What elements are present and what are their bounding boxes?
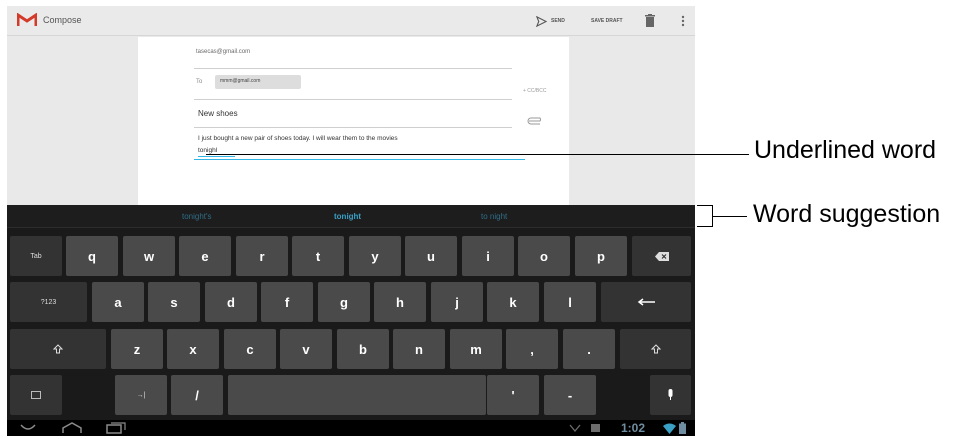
key-g[interactable]: g xyxy=(318,282,370,322)
key-t[interactable]: t xyxy=(292,236,344,276)
divider xyxy=(194,127,512,128)
battery-icon xyxy=(679,422,686,434)
key-v[interactable]: v xyxy=(280,329,332,369)
key-q[interactable]: q xyxy=(66,236,118,276)
key-l[interactable]: l xyxy=(544,282,596,322)
key-f[interactable]: f xyxy=(261,282,313,322)
space-key[interactable] xyxy=(228,375,486,415)
backspace-key[interactable] xyxy=(632,236,691,276)
microphone-icon xyxy=(668,389,673,400)
trash-icon[interactable] xyxy=(645,14,655,27)
key-slash[interactable]: / xyxy=(171,375,223,415)
enter-icon xyxy=(637,298,655,306)
key-n[interactable]: n xyxy=(393,329,445,369)
shift-key-right[interactable] xyxy=(620,329,691,369)
key-h[interactable]: h xyxy=(374,282,426,322)
cc-bcc-button[interactable]: + CC/BCC xyxy=(523,88,546,94)
divider xyxy=(194,99,512,100)
key-z[interactable]: z xyxy=(111,329,163,369)
mic-key[interactable] xyxy=(650,375,691,415)
suggestion-right[interactable]: to night xyxy=(481,212,507,221)
key-r[interactable]: r xyxy=(236,236,288,276)
key-a[interactable]: a xyxy=(92,282,144,322)
compose-form: tasecas@gmail.com To mmm@gmail.com + CC/… xyxy=(138,37,569,205)
key-s[interactable]: s xyxy=(148,282,200,322)
suggestion-left[interactable]: tonight's xyxy=(182,212,212,221)
body-focus-line xyxy=(194,159,525,160)
key-j[interactable]: j xyxy=(431,282,483,322)
save-draft-button[interactable]: SAVE DRAFT xyxy=(591,18,623,24)
body-text-line[interactable]: tonighl xyxy=(198,147,217,154)
body-text-line[interactable]: I just bought a new pair of shoes today.… xyxy=(198,135,398,142)
key-o[interactable]: o xyxy=(518,236,570,276)
keyboard-status-icon xyxy=(569,424,581,432)
word-suggestion-bracket xyxy=(697,205,713,227)
key-w[interactable]: w xyxy=(123,236,175,276)
attachment-icon[interactable] xyxy=(527,117,543,125)
key-dash[interactable]: - xyxy=(544,375,596,415)
key-b[interactable]: b xyxy=(337,329,389,369)
key-m[interactable]: m xyxy=(450,329,502,369)
settings-key[interactable] xyxy=(10,375,62,415)
word-suggestion-callout-line xyxy=(713,216,747,217)
recent-apps-icon[interactable] xyxy=(105,422,127,434)
compose-title: Compose xyxy=(43,15,82,25)
gmail-logo-icon[interactable] xyxy=(17,13,37,27)
key-x[interactable]: x xyxy=(167,329,219,369)
keyboard-settings-icon xyxy=(31,391,41,399)
divider xyxy=(194,68,512,69)
key-period[interactable]: . xyxy=(563,329,615,369)
shift-icon xyxy=(650,344,661,354)
spell-underline xyxy=(198,156,235,157)
underlined-word-callout-label: Underlined word xyxy=(754,136,937,164)
suggestion-center[interactable]: tonight xyxy=(334,212,361,221)
key-e[interactable]: e xyxy=(179,236,231,276)
key-u[interactable]: u xyxy=(405,236,457,276)
from-field[interactable]: tasecas@gmail.com xyxy=(196,49,250,55)
key-y[interactable]: y xyxy=(349,236,401,276)
enter-key[interactable] xyxy=(601,282,691,322)
key-p[interactable]: p xyxy=(575,236,627,276)
home-icon[interactable] xyxy=(61,422,83,434)
soft-keyboard: tonight's tonight to night Tab q w e r t… xyxy=(7,205,695,436)
tab-arrow-key[interactable]: →| xyxy=(115,375,167,415)
backspace-icon xyxy=(654,251,669,261)
wifi-icon xyxy=(663,423,676,434)
key-c[interactable]: c xyxy=(224,329,276,369)
symbols-key[interactable]: ?123 xyxy=(10,282,87,322)
status-clock: 1:02 xyxy=(621,421,646,435)
to-label: To xyxy=(196,79,203,85)
key-comma[interactable]: , xyxy=(506,329,558,369)
suggestion-strip: tonight's tonight to night xyxy=(7,205,695,228)
recipient-chip[interactable]: mmm@gmail.com xyxy=(215,75,301,89)
action-bar: Compose SEND SAVE DRAFT xyxy=(7,6,695,36)
system-nav-bar: 1:02 xyxy=(7,420,695,436)
send-label: SEND xyxy=(551,18,565,24)
send-button[interactable]: SEND xyxy=(536,12,565,30)
overflow-menu-icon[interactable] xyxy=(681,15,685,27)
tablet-screen: Compose SEND SAVE DRAFT tasecas@gmail.co… xyxy=(7,6,695,436)
send-icon xyxy=(536,15,547,27)
tab-key[interactable]: Tab xyxy=(10,236,62,276)
word-suggestion-callout-label: Word suggestion xyxy=(753,200,941,228)
image-status-icon xyxy=(591,424,600,432)
shift-icon xyxy=(53,344,63,354)
underlined-word-callout-line xyxy=(206,154,749,155)
shift-key-left[interactable] xyxy=(10,329,106,369)
subject-field[interactable]: New shoes xyxy=(198,109,238,118)
key-apostrophe[interactable]: ' xyxy=(487,375,539,415)
key-k[interactable]: k xyxy=(487,282,539,322)
key-i[interactable]: i xyxy=(462,236,514,276)
recipient-chip-label: mmm@gmail.com xyxy=(220,78,261,84)
key-d[interactable]: d xyxy=(205,282,257,322)
back-icon[interactable] xyxy=(19,423,37,433)
